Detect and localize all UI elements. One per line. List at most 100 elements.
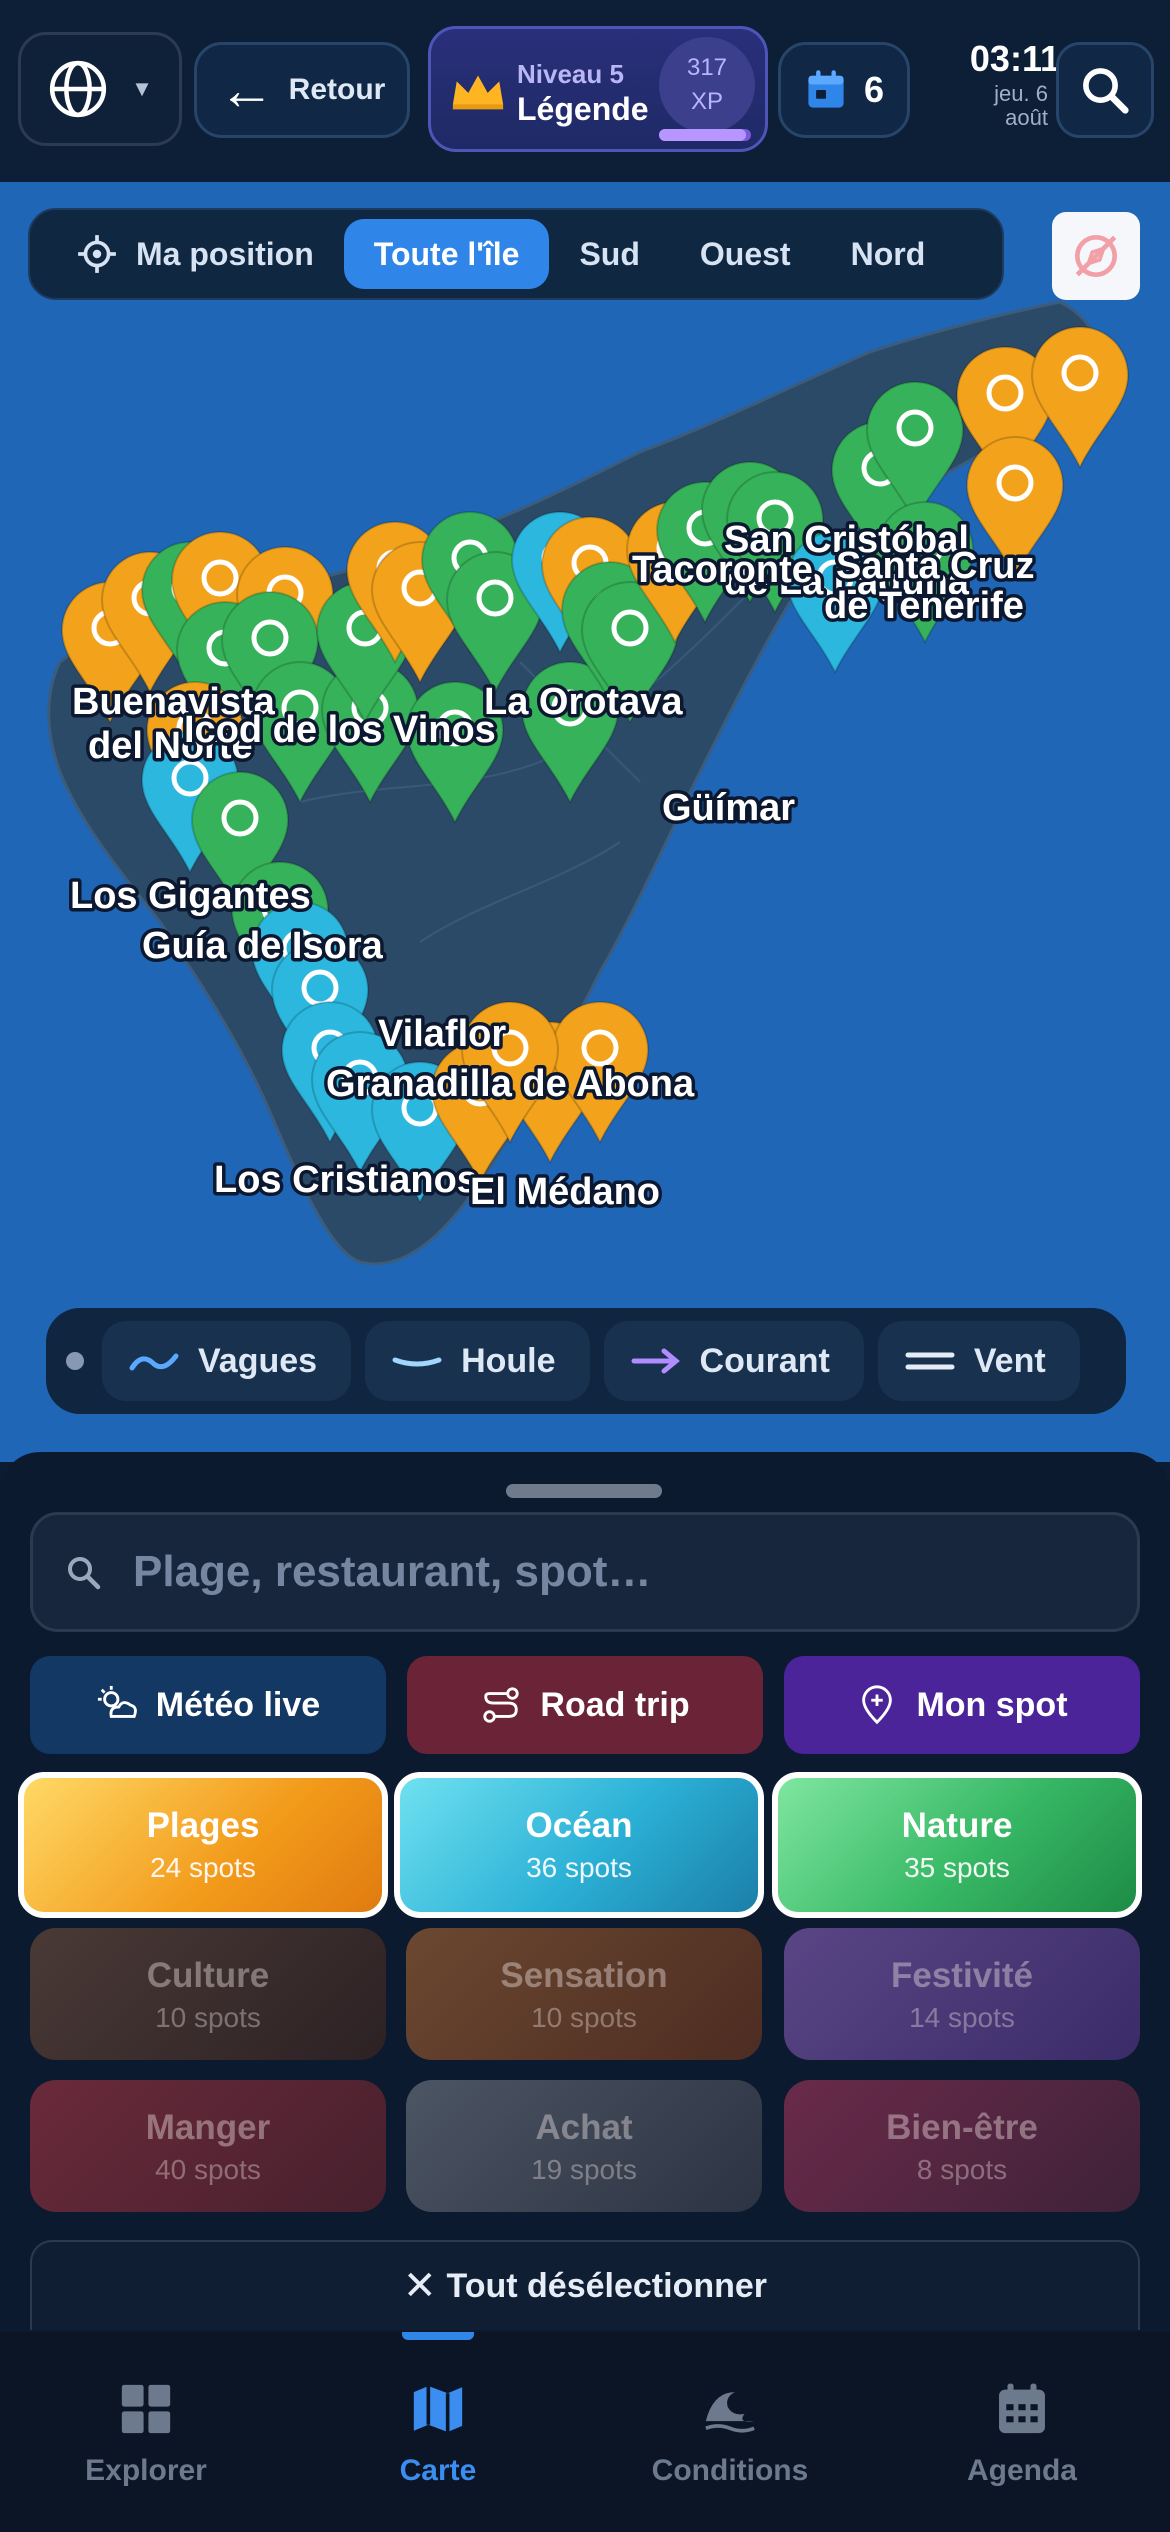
place-label: Guía de Isora	[142, 925, 384, 967]
category-food[interactable]: Manger 40 spots	[30, 2080, 386, 2212]
deselect-label: Tout désélectionner	[446, 2266, 768, 2305]
wave-icon	[705, 2392, 755, 2433]
legend-label: Houle	[461, 1341, 556, 1380]
my-spot-button[interactable]: Mon spot	[784, 1656, 1140, 1754]
swell-icon	[392, 1357, 442, 1367]
grid-icon	[121, 2384, 171, 2434]
filter-whole-island[interactable]: Toute l'île	[343, 219, 550, 289]
legend-wind[interactable]: Vent	[877, 1321, 1080, 1401]
back-button[interactable]: ← Retour	[194, 42, 410, 138]
legend-label: Vagues	[198, 1341, 318, 1380]
weather-icon	[97, 1685, 137, 1718]
category-name: Culture	[146, 1956, 270, 1995]
place-label: El Médano	[470, 1171, 660, 1213]
filter-north[interactable]: Nord	[821, 219, 956, 289]
road-trip-button[interactable]: Road trip	[407, 1656, 763, 1754]
close-icon: ✕	[402, 2264, 437, 2308]
category-ocean[interactable]: Océan 36 spots	[394, 1772, 764, 1918]
category-count: 10 spots	[155, 2002, 261, 2033]
category-count: 35 spots	[904, 1852, 1010, 1883]
map-view[interactable]: San Cristóbal de La Laguna Tacoronte San…	[0, 182, 1170, 1462]
search-icon	[68, 1557, 101, 1590]
compass-off-icon	[1075, 235, 1117, 277]
level-badge[interactable]: Niveau 5 Légende 317 XP	[428, 26, 768, 152]
legend-label: Courant	[699, 1341, 830, 1380]
search-button[interactable]	[1056, 42, 1154, 138]
category-name: Manger	[145, 2108, 271, 2147]
place-label: Vilaflor	[378, 1013, 506, 1055]
back-label: Retour	[288, 73, 386, 106]
legend-current[interactable]: Courant	[603, 1321, 864, 1401]
clock-date: jeu. 6 août	[940, 82, 1048, 130]
tab-label: Carte	[399, 2454, 477, 2487]
date-month: août	[1005, 105, 1048, 130]
live-weather-button[interactable]: Météo live	[30, 1656, 386, 1754]
filter-west[interactable]: Ouest	[670, 219, 821, 289]
sheet-drag-handle[interactable]	[506, 1484, 662, 1498]
filter-south[interactable]: Sud	[549, 219, 669, 289]
place-search-field[interactable]	[30, 1512, 1140, 1632]
arrow-left-icon: ←	[218, 58, 275, 121]
legend-waves[interactable]: Vagues	[102, 1321, 352, 1401]
filter-my-position[interactable]: Ma position	[40, 219, 344, 289]
top-bar: ▼ ← Retour Niveau 5 Légende 317 XP 6 03:…	[0, 0, 1170, 182]
category-culture[interactable]: Culture 10 spots	[30, 1928, 386, 2060]
globe-icon	[50, 60, 107, 118]
map-icon	[413, 2386, 463, 2432]
place-label: Granadilla de Abona	[326, 1063, 695, 1105]
category-count: 24 spots	[150, 1852, 256, 1883]
xp-value: 317	[686, 54, 728, 81]
category-name: Nature	[901, 1806, 1013, 1845]
action-label: Météo live	[155, 1685, 321, 1724]
tab-explorer[interactable]: Explorer	[36, 2380, 256, 2488]
search-icon	[1083, 68, 1129, 114]
wave-icon	[129, 1353, 179, 1371]
deselect-all-button[interactable]: ✕ Tout désélectionner	[30, 2240, 1140, 2330]
legend-dot	[66, 1352, 84, 1370]
date-day: jeu. 6	[994, 81, 1048, 106]
category-festivity[interactable]: Festivité 14 spots	[784, 1928, 1140, 2060]
category-count: 14 spots	[909, 2002, 1015, 2033]
category-name: Bien-être	[886, 2108, 1038, 2147]
clock-time: 03:11	[969, 38, 1060, 79]
action-label: Road trip	[540, 1685, 690, 1724]
category-beaches[interactable]: Plages 24 spots	[18, 1772, 388, 1918]
tab-agenda[interactable]: Agenda	[912, 2380, 1132, 2488]
category-name: Plages	[146, 1806, 260, 1845]
tab-map[interactable]: Carte	[328, 2380, 548, 2488]
pin-plus-icon	[862, 1685, 893, 1725]
category-shopping[interactable]: Achat 19 spots	[406, 2080, 762, 2212]
category-count: 8 spots	[916, 2154, 1008, 2185]
place-label: La Orotava	[484, 681, 683, 723]
bottom-navigation: Explorer Carte Conditions Agenda	[0, 2332, 1170, 2532]
place-label: Santa Cruz	[836, 545, 1034, 587]
events-button[interactable]: 6	[778, 42, 910, 138]
legend-swell[interactable]: Houle	[365, 1321, 590, 1401]
conditions-legend: Vagues Houle Courant Vent	[46, 1308, 1126, 1414]
chevron-down-icon: ▼	[131, 76, 153, 101]
category-wellness[interactable]: Bien-être 8 spots	[784, 2080, 1140, 2212]
category-name: Océan	[525, 1806, 633, 1845]
category-name: Achat	[535, 2108, 633, 2147]
wind-icon	[905, 1352, 955, 1370]
language-button[interactable]: ▼	[18, 32, 182, 146]
place-labels-layer: San Cristóbal de La Laguna Tacoronte San…	[67, 516, 1038, 1217]
category-name: Sensation	[500, 1956, 668, 1995]
place-label: Los Gigantes	[70, 875, 311, 917]
route-icon	[483, 1687, 520, 1723]
category-nature[interactable]: Nature 35 spots	[772, 1772, 1142, 1918]
xp-unit: XP	[690, 88, 723, 115]
category-sensation[interactable]: Sensation 10 spots	[406, 1928, 762, 2060]
compass-button[interactable]	[1052, 212, 1140, 300]
category-count: 19 spots	[531, 2154, 637, 2185]
category-count: 40 spots	[155, 2154, 261, 2185]
arrow-right-icon	[631, 1348, 680, 1374]
tab-conditions[interactable]: Conditions	[620, 2380, 840, 2488]
category-name: Festivité	[891, 1956, 1033, 1995]
calendar-icon	[808, 70, 844, 108]
bottom-sheet: Météo live Road trip Mon spot Plages 24 …	[0, 1452, 1170, 2332]
place-label: de Tenerife	[824, 585, 1024, 627]
search-input[interactable]	[133, 1547, 1033, 1597]
place-label: Tacoronte	[632, 549, 813, 591]
category-count: 10 spots	[531, 2002, 637, 2033]
